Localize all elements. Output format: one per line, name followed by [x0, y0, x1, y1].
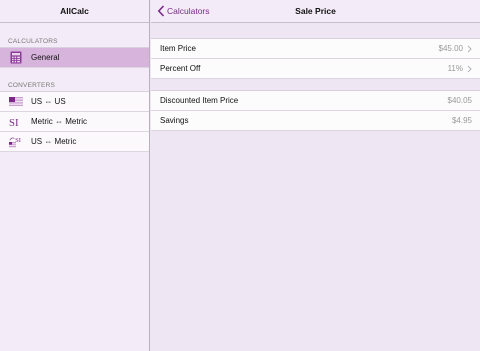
- section-header-converters: CONVERTERS: [8, 82, 56, 89]
- row-label: Savings: [160, 116, 189, 125]
- row-value: 11%: [448, 64, 472, 73]
- sidebar-item-general[interactable]: General: [0, 48, 149, 68]
- chevron-right-icon: [467, 65, 472, 72]
- row-discounted-item-price: Discounted Item Price $40.05: [151, 91, 480, 111]
- row-value: $45.00: [439, 44, 472, 53]
- row-item-price[interactable]: Item Price $45.00: [151, 39, 480, 59]
- sidebar-item-label: US ⇔ US: [31, 97, 66, 106]
- sidebar-nav-bar: AllCalc: [0, 0, 149, 23]
- discounted-price-value: $40.05: [447, 96, 472, 105]
- back-button-label: Calculators: [167, 6, 210, 16]
- sidebar: AllCalc CALCULATORS General CONVERTERS U…: [0, 0, 150, 351]
- app-window: AllCalc CALCULATORS General CONVERTERS U…: [0, 0, 480, 351]
- us-flag-icon: [9, 95, 23, 109]
- sidebar-item-label: General: [31, 53, 60, 62]
- savings-value: $4.95: [451, 116, 472, 125]
- sidebar-item-us-metric[interactable]: SI US ⇔ Metric: [0, 132, 149, 152]
- us-si-icon: SI: [9, 135, 23, 149]
- row-label: Discounted Item Price: [160, 96, 239, 105]
- converters-list: US ⇔ US SI Metric ⇔ Metric SI US ⇔ Metri…: [0, 91, 149, 152]
- row-label: Percent Off: [160, 64, 201, 73]
- sidebar-item-us-us[interactable]: US ⇔ US: [0, 92, 149, 112]
- row-savings: Savings $4.95: [151, 111, 480, 131]
- section-header-calculators: CALCULATORS: [8, 38, 58, 45]
- row-label: Item Price: [160, 44, 197, 53]
- percent-off-value: 11%: [447, 64, 463, 73]
- sidebar-item-metric-metric[interactable]: SI Metric ⇔ Metric: [0, 112, 149, 132]
- results-group: Discounted Item Price $40.05 Savings $4.…: [151, 90, 480, 131]
- inputs-group: Item Price $45.00 Percent Off 11%: [151, 38, 480, 79]
- detail-nav-bar: Calculators Sale Price: [151, 0, 480, 23]
- chevron-left-icon: [157, 5, 165, 17]
- row-percent-off[interactable]: Percent Off 11%: [151, 59, 480, 79]
- sidebar-item-label: US ⇔ Metric: [31, 137, 77, 146]
- svg-text:SI: SI: [15, 137, 21, 144]
- detail-pane: Calculators Sale Price Item Price $45.00…: [151, 0, 480, 351]
- item-price-value: $45.00: [438, 44, 463, 53]
- sidebar-item-label: Metric ⇔ Metric: [31, 117, 87, 126]
- si-icon: SI: [9, 115, 23, 129]
- calculator-icon: [9, 51, 23, 65]
- svg-text:SI: SI: [9, 117, 19, 128]
- back-button[interactable]: Calculators: [157, 0, 210, 22]
- page-title: Sale Price: [295, 6, 336, 16]
- calculators-list: General: [0, 47, 149, 68]
- sidebar-title: AllCalc: [60, 6, 89, 16]
- chevron-right-icon: [467, 45, 472, 52]
